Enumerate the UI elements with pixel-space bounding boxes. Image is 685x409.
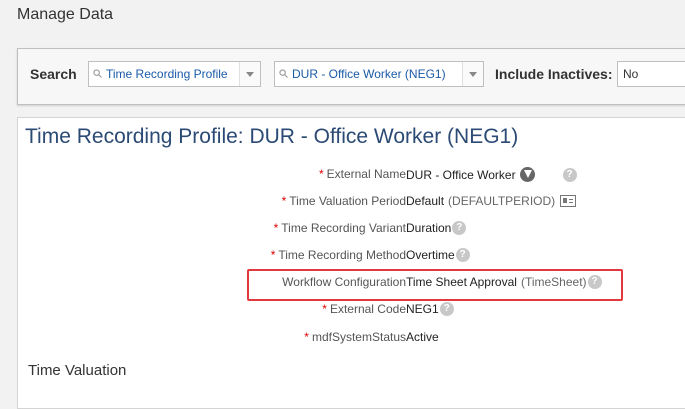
dropdown-arrow-icon	[246, 72, 254, 77]
help-icon[interactable]: ?	[455, 248, 470, 262]
record-panel: Time Recording Profile: DUR - Office Wor…	[17, 117, 685, 409]
record-title: Time Recording Profile: DUR - Office Wor…	[25, 125, 519, 148]
help-icon[interactable]: ?	[562, 167, 577, 182]
field-label: * Time Valuation Period	[281, 194, 406, 208]
object-type-value: Time Recording Profile	[106, 67, 228, 81]
required-marker: *	[281, 194, 287, 208]
page-header: Manage Data	[0, 0, 685, 44]
field-value: NEG1?	[406, 302, 454, 316]
field-value: Overtime?	[406, 248, 470, 262]
field-label: * Time Recording Variant	[273, 221, 406, 235]
field-row-time-recording-method: * Time Recording Method Overtime?	[18, 246, 685, 266]
field-row-time-valuation-period: * Time Valuation Period Default (DEFAULTPE…	[18, 192, 685, 212]
field-row-time-recording-variant: * Time Recording Variant Duration?	[18, 219, 685, 239]
field-row-external-code: * External Code NEG1?	[18, 300, 685, 320]
help-icon[interactable]: ?	[439, 302, 454, 316]
include-inactives-select[interactable]: No	[617, 61, 685, 87]
object-instance-dropdown-button[interactable]	[462, 62, 483, 86]
highlight-box	[247, 269, 623, 301]
include-inactives-value: No	[623, 67, 639, 81]
field-label: * mdfSystemStatus	[304, 330, 406, 344]
required-marker: *	[273, 221, 279, 235]
required-marker: *	[304, 330, 309, 344]
object-type-combobox[interactable]: Time Recording Profile	[88, 61, 261, 87]
section-title-time-valuation: Time Valuation	[28, 362, 127, 379]
required-marker: *	[322, 302, 327, 316]
search-icon	[279, 69, 288, 78]
field-row-mdf-system-status: * mdfSystemStatus Active	[18, 328, 685, 348]
field-value: Duration?	[406, 221, 467, 235]
details-card-icon[interactable]	[560, 195, 577, 207]
object-instance-combobox[interactable]: DUR - Office Worker (NEG1)	[274, 61, 484, 87]
search-label: Search	[30, 66, 77, 82]
translate-globe-icon[interactable]	[519, 167, 535, 182]
object-type-dropdown-button[interactable]	[239, 62, 260, 86]
required-marker: *	[318, 167, 324, 181]
search-panel: Search Time Recording Profile DUR - Offi…	[17, 48, 685, 105]
dropdown-arrow-icon	[469, 72, 477, 77]
field-label: * Time Recording Method	[270, 248, 406, 262]
include-inactives-label: Include Inactives:	[495, 66, 613, 82]
object-instance-value: DUR - Office Worker (NEG1)	[292, 67, 446, 81]
page-title: Manage Data	[17, 6, 114, 23]
field-label: * External Code	[322, 302, 406, 316]
field-value: Active	[406, 330, 439, 344]
required-marker: *	[270, 248, 276, 262]
search-icon	[93, 69, 102, 78]
field-label: * External Name	[318, 167, 406, 181]
field-value: Default (DEFAULTPERIOD)	[406, 194, 577, 208]
field-row-external-name: * External Name DUR - Office Worker?	[18, 165, 685, 185]
field-value: DUR - Office Worker?	[406, 167, 577, 182]
help-icon[interactable]: ?	[452, 221, 467, 235]
